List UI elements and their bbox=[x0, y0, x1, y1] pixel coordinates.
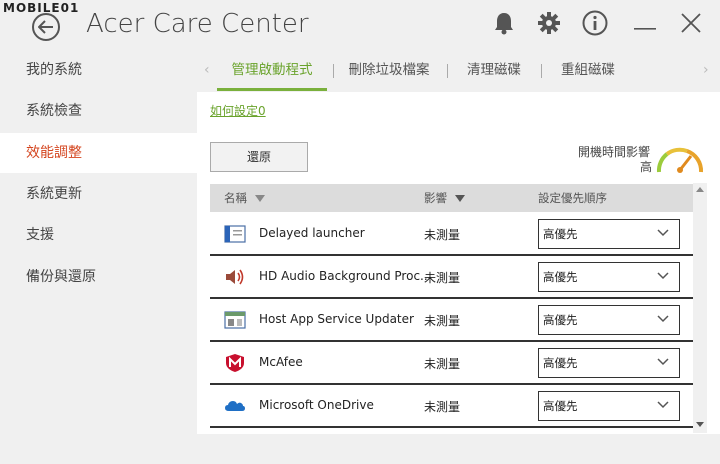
sidebar-item-system-check[interactable]: 系統檢查 bbox=[0, 91, 197, 131]
app-title: Acer Care Center bbox=[86, 9, 309, 39]
program-impact: 未測量 bbox=[424, 357, 461, 371]
cloud-icon bbox=[225, 401, 245, 411]
chevron-down-icon bbox=[657, 358, 669, 366]
main-panel: ‹ 管理啟動程式 刪除垃圾檔案 清理磁碟 重組磁碟 › 如何設定0 還原 開機時… bbox=[197, 50, 720, 464]
bottom-strip bbox=[197, 434, 720, 464]
table-header: 名稱 影響 設定優先順序 bbox=[210, 184, 695, 212]
notification-button[interactable] bbox=[491, 10, 517, 36]
chevron-down-icon bbox=[657, 401, 669, 409]
priority-select[interactable]: 高優先 bbox=[538, 262, 680, 292]
program-name: Microsoft OneDrive bbox=[259, 398, 374, 412]
priority-select[interactable]: 高優先 bbox=[538, 219, 680, 249]
chevron-down-icon bbox=[657, 315, 669, 323]
mcafee-icon bbox=[226, 354, 244, 372]
close-icon bbox=[681, 13, 701, 33]
info-icon bbox=[582, 10, 608, 36]
table-row: Delayed launcher 未測量 高優先 bbox=[210, 213, 695, 256]
table-row: HD Audio Background Proc.. 未測量 高優先 bbox=[210, 256, 695, 299]
gear-icon bbox=[538, 12, 560, 34]
tab-defragment[interactable]: 重組磁碟 bbox=[553, 50, 623, 92]
bell-icon bbox=[495, 13, 513, 35]
speaker-icon bbox=[226, 269, 244, 285]
sidebar-item-performance[interactable]: 效能調整 bbox=[0, 133, 197, 173]
app-window-icon bbox=[224, 225, 246, 243]
priority-select[interactable]: 高優先 bbox=[538, 305, 680, 335]
scroll-up-icon[interactable] bbox=[695, 185, 705, 193]
tab-startup-programs[interactable]: 管理啟動程式 bbox=[217, 50, 327, 92]
tab-scroll-right-icon[interactable]: › bbox=[703, 62, 709, 78]
column-header-priority: 設定優先順序 bbox=[538, 191, 607, 205]
program-name: Delayed launcher bbox=[259, 226, 365, 240]
tab-divider bbox=[447, 64, 448, 78]
back-button[interactable] bbox=[32, 13, 60, 41]
tab-bar: ‹ 管理啟動程式 刪除垃圾檔案 清理磁碟 重組磁碟 › bbox=[197, 50, 720, 92]
table-row: Host App Service Updater 未測量 高優先 bbox=[210, 299, 695, 342]
gauge-icon bbox=[656, 147, 704, 173]
scroll-down-icon[interactable] bbox=[695, 421, 705, 429]
sidebar-item-my-system[interactable]: 我的系統 bbox=[0, 50, 197, 90]
tab-disk-cleanup[interactable]: 清理磁碟 bbox=[459, 50, 529, 92]
priority-select[interactable]: 高優先 bbox=[538, 391, 680, 421]
priority-select[interactable]: 高優先 bbox=[538, 348, 680, 378]
minimize-button[interactable] bbox=[632, 10, 658, 36]
program-impact: 未測量 bbox=[424, 228, 461, 242]
program-impact: 未測量 bbox=[424, 314, 461, 328]
program-impact: 未測量 bbox=[424, 271, 461, 285]
sidebar-item-system-update[interactable]: 系統更新 bbox=[0, 174, 197, 214]
scrollbar[interactable] bbox=[693, 183, 707, 433]
close-button[interactable] bbox=[678, 10, 704, 36]
sort-down-icon bbox=[455, 195, 465, 202]
boot-impact-value: 高 bbox=[640, 160, 653, 174]
tab-divider bbox=[333, 64, 334, 78]
program-impact: 未測量 bbox=[424, 400, 461, 414]
restore-button[interactable]: 還原 bbox=[210, 142, 308, 172]
program-name: McAfee bbox=[259, 355, 303, 369]
info-button[interactable] bbox=[582, 10, 608, 36]
column-header-impact[interactable]: 影響 bbox=[424, 184, 465, 212]
sort-down-icon bbox=[255, 195, 265, 202]
sidebar: 我的系統 系統檢查 效能調整 系統更新 支援 備份與還原 bbox=[0, 50, 197, 464]
tab-junk-files[interactable]: 刪除垃圾檔案 bbox=[341, 50, 437, 92]
table-row: Microsoft OneDrive 未測量 高優先 bbox=[210, 385, 695, 428]
settings-button[interactable] bbox=[536, 10, 562, 36]
column-header-name[interactable]: 名稱 bbox=[224, 184, 265, 212]
title-bar: MOBILE01 Acer Care Center bbox=[0, 0, 720, 50]
tab-divider bbox=[541, 64, 542, 78]
program-name: Host App Service Updater bbox=[259, 312, 414, 326]
table-row: McAfee 未測量 高優先 bbox=[210, 342, 695, 385]
chevron-down-icon bbox=[657, 229, 669, 237]
sidebar-item-backup-restore[interactable]: 備份與還原 bbox=[0, 257, 197, 297]
chevron-down-icon bbox=[657, 272, 669, 280]
minimize-icon bbox=[634, 28, 656, 30]
tab-scroll-left-icon[interactable]: ‹ bbox=[204, 62, 210, 78]
arrow-left-icon bbox=[38, 20, 53, 34]
help-link[interactable]: 如何設定0 bbox=[210, 102, 266, 119]
sidebar-item-support[interactable]: 支援 bbox=[0, 215, 197, 255]
active-tab-indicator bbox=[217, 88, 327, 91]
app-window-icon bbox=[224, 311, 246, 329]
program-name: HD Audio Background Proc.. bbox=[259, 269, 428, 283]
